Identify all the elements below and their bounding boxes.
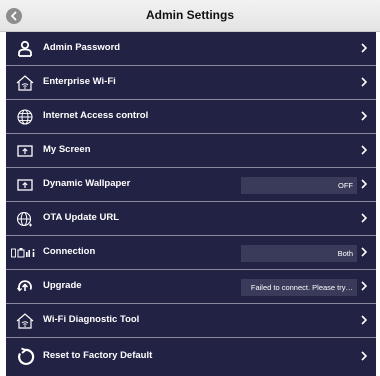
menu-item-internet-access-control[interactable]: Internet Access control (6, 100, 376, 134)
title-bar: Admin Settings (0, 0, 380, 32)
menu-item-label: Upgrade (43, 280, 82, 291)
menu-item-label: Admin Password (43, 42, 121, 53)
screen-icon (15, 142, 35, 160)
globe-icon (15, 108, 35, 126)
admin-settings-window: Admin Settings Admin Password Enterprise… (0, 0, 380, 376)
menu-item-label: OTA Update URL (43, 212, 119, 223)
menu-item-wifi-diagnostic-tool[interactable]: Wi-Fi Diagnostic Tool (6, 304, 376, 338)
menu-item-label: Wi-Fi Diagnostic Tool (43, 314, 140, 325)
menu-item-reset-to-factory-default[interactable]: Reset to Factory Default (6, 338, 376, 376)
wifi-house-icon (15, 312, 35, 330)
chevron-right-icon (361, 281, 367, 291)
menu-item-label: Enterprise Wi-Fi (43, 76, 116, 87)
settings-list: Admin Password Enterprise Wi-Fi Internet… (6, 32, 376, 376)
upgrade-icon (15, 278, 35, 296)
reset-icon (15, 347, 35, 366)
connection-icon (11, 244, 35, 262)
menu-item-enterprise-wifi[interactable]: Enterprise Wi-Fi (6, 66, 376, 100)
chevron-right-icon (361, 179, 367, 189)
wifi-house-icon (15, 74, 35, 92)
screen-icon (15, 176, 35, 194)
menu-item-dynamic-wallpaper[interactable]: Dynamic Wallpaper OFF (6, 168, 376, 202)
chevron-right-icon (361, 43, 367, 53)
chevron-right-icon (361, 145, 367, 155)
connection-value[interactable]: Both (241, 245, 357, 262)
menu-item-my-screen[interactable]: My Screen (6, 134, 376, 168)
menu-item-label: Connection (43, 246, 96, 257)
chevron-right-icon (361, 315, 367, 325)
chevron-right-icon (361, 213, 367, 223)
chevron-right-icon (361, 351, 367, 361)
menu-item-upgrade[interactable]: Upgrade Failed to connect. Please try… (6, 270, 376, 304)
chevron-right-icon (361, 247, 367, 257)
menu-item-label: Dynamic Wallpaper (43, 178, 131, 189)
menu-item-connection[interactable]: Connection Both (6, 236, 376, 270)
page-title: Admin Settings (145, 8, 234, 22)
menu-item-admin-password[interactable]: Admin Password (6, 32, 376, 66)
globe-link-icon (15, 210, 35, 228)
upgrade-status-value[interactable]: Failed to connect. Please try… (241, 279, 357, 296)
menu-item-label: Internet Access control (43, 110, 149, 121)
menu-item-label: My Screen (43, 144, 91, 155)
menu-item-label: Reset to Factory Default (43, 350, 153, 361)
chevron-right-icon (361, 111, 367, 121)
menu-item-ota-update-url[interactable]: OTA Update URL (6, 202, 376, 236)
dynamic-wallpaper-value[interactable]: OFF (241, 177, 357, 194)
chevron-right-icon (361, 77, 367, 87)
person-icon (15, 40, 35, 58)
